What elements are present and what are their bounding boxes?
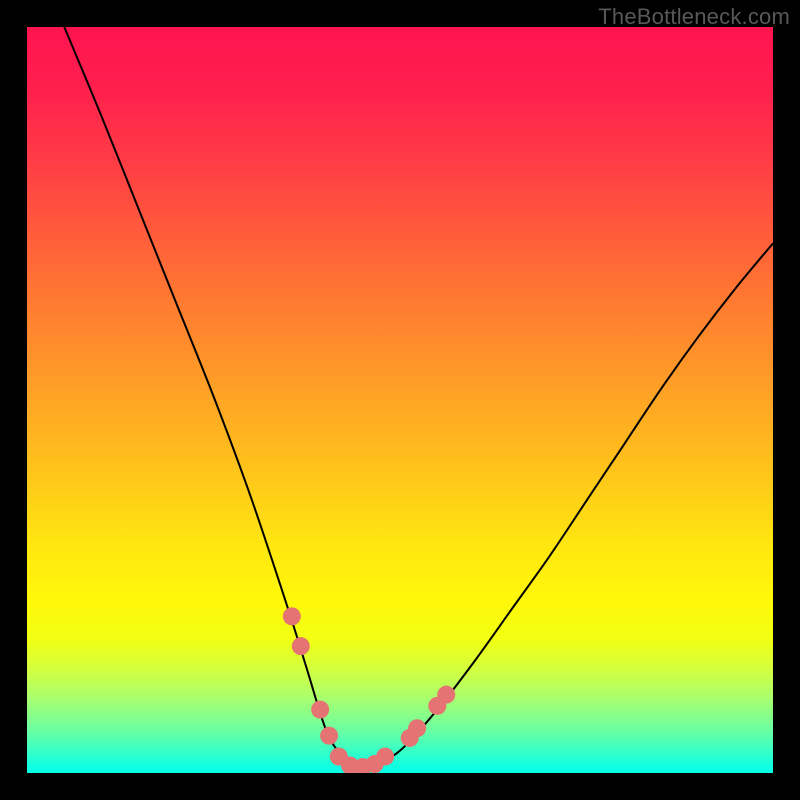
watermark-text: TheBottleneck.com <box>598 4 790 30</box>
bottleneck-curve <box>64 27 773 769</box>
highlight-markers <box>283 607 455 773</box>
chart-plot-area <box>27 27 773 773</box>
marker-point <box>437 686 455 704</box>
marker-point <box>283 607 301 625</box>
marker-point <box>320 727 338 745</box>
marker-point <box>376 748 394 766</box>
chart-svg <box>27 27 773 773</box>
marker-point <box>408 719 426 737</box>
marker-point <box>292 637 310 655</box>
marker-point <box>311 701 329 719</box>
